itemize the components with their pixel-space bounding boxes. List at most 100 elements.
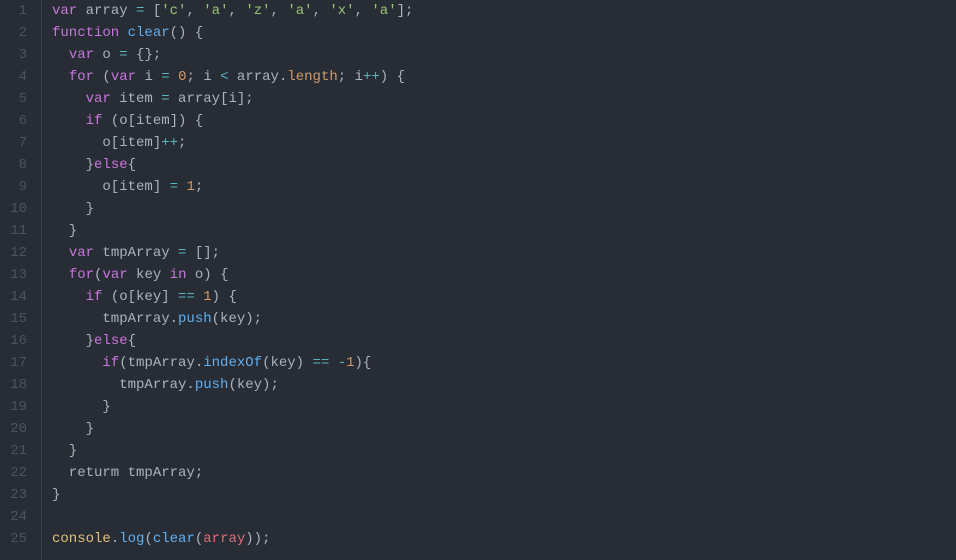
code-line[interactable]: } <box>52 220 956 242</box>
token-ident <box>52 267 69 283</box>
token-punct: . <box>111 531 119 547</box>
line-number: 16 <box>0 330 33 352</box>
code-line[interactable]: console.log(clear(array)); <box>52 528 956 550</box>
token-str: 'a' <box>287 3 312 19</box>
token-op: ++ <box>161 135 178 151</box>
token-ident: array[i]; <box>170 91 254 107</box>
token-punct: , <box>229 3 246 19</box>
token-ident <box>52 91 86 107</box>
token-ident: i <box>136 69 161 85</box>
token-str: 'c' <box>161 3 186 19</box>
token-punct: ( <box>94 69 111 85</box>
token-ident <box>195 289 203 305</box>
line-number: 13 <box>0 264 33 286</box>
code-line[interactable]: tmpArray.push(key); <box>52 308 956 330</box>
token-kw: function <box>52 25 119 41</box>
code-line[interactable]: var tmpArray = []; <box>52 242 956 264</box>
line-number: 22 <box>0 462 33 484</box>
token-ident <box>329 355 337 371</box>
code-line[interactable]: }else{ <box>52 330 956 352</box>
line-number: 23 <box>0 484 33 506</box>
code-line[interactable]: if (o[item]) { <box>52 110 956 132</box>
token-punct: (tmpArray. <box>119 355 203 371</box>
token-punct: , <box>355 3 372 19</box>
token-param: array <box>203 531 245 547</box>
token-str: 'x' <box>329 3 354 19</box>
code-line[interactable]: returm tmpArray; <box>52 462 956 484</box>
code-line[interactable]: function clear() { <box>52 22 956 44</box>
code-line[interactable]: } <box>52 440 956 462</box>
token-ident: array. <box>229 69 288 85</box>
token-fn: push <box>178 311 212 327</box>
token-op: = <box>170 179 178 195</box>
token-ident: item <box>111 91 161 107</box>
token-op: ++ <box>363 69 380 85</box>
line-number: 17 <box>0 352 33 374</box>
token-op: = <box>119 47 127 63</box>
token-punct: ( <box>144 531 152 547</box>
token-punct: ; <box>178 135 186 151</box>
code-line[interactable]: o[item] = 1; <box>52 176 956 198</box>
code-line[interactable]: o[item]++; <box>52 132 956 154</box>
token-fn: indexOf <box>203 355 262 371</box>
line-number: 7 <box>0 132 33 154</box>
code-line[interactable]: for(var key in o) { <box>52 264 956 286</box>
code-line[interactable]: var o = {}; <box>52 44 956 66</box>
line-number: 9 <box>0 176 33 198</box>
code-line[interactable]: } <box>52 484 956 506</box>
token-punct: ; <box>195 179 203 195</box>
token-kw: if <box>86 113 103 129</box>
token-punct: ){ <box>355 355 372 371</box>
token-kw: if <box>86 289 103 305</box>
token-punct: } <box>52 201 94 217</box>
token-punct: } <box>52 421 94 437</box>
code-line[interactable]: } <box>52 396 956 418</box>
token-kw: var <box>69 47 94 63</box>
line-number: 21 <box>0 440 33 462</box>
token-punct: [ <box>144 3 161 19</box>
line-number: 24 <box>0 506 33 528</box>
token-ident: o <box>94 47 119 63</box>
code-line[interactable]: } <box>52 198 956 220</box>
code-line[interactable]: tmpArray.push(key); <box>52 374 956 396</box>
code-line[interactable]: if(tmpArray.indexOf(key) == -1){ <box>52 352 956 374</box>
token-kw: if <box>102 355 119 371</box>
token-punct: , <box>271 3 288 19</box>
token-punct: (o[key] <box>102 289 178 305</box>
token-punct: (key); <box>228 377 278 393</box>
line-number: 8 <box>0 154 33 176</box>
token-punct: []; <box>186 245 220 261</box>
token-punct: (key) <box>262 355 312 371</box>
token-punct: (o[item]) { <box>102 113 203 129</box>
line-number: 14 <box>0 286 33 308</box>
token-kw: var <box>111 69 136 85</box>
token-fn: push <box>195 377 229 393</box>
token-ident <box>170 69 178 85</box>
code-line[interactable]: } <box>52 418 956 440</box>
token-ident: tmpArray <box>94 245 178 261</box>
line-number: 15 <box>0 308 33 330</box>
code-editor-area[interactable]: var array = ['c', 'a', 'z', 'a', 'x', 'a… <box>42 0 956 560</box>
code-line[interactable]: if (o[key] == 1) { <box>52 286 956 308</box>
token-ident <box>119 25 127 41</box>
token-kw: var <box>102 267 127 283</box>
code-line[interactable]: var item = array[i]; <box>52 88 956 110</box>
token-punct: { <box>128 157 136 173</box>
token-punct: , <box>186 3 203 19</box>
code-line[interactable] <box>52 506 956 528</box>
code-line[interactable]: }else{ <box>52 154 956 176</box>
token-kw: else <box>94 333 128 349</box>
line-number: 20 <box>0 418 33 440</box>
token-ident: o) { <box>186 267 228 283</box>
token-punct: {}; <box>128 47 162 63</box>
line-number: 1 <box>0 0 33 22</box>
token-ident: returm tmpArray; <box>52 465 203 481</box>
token-ident: tmpArray. <box>52 377 195 393</box>
token-ident: array <box>77 3 136 19</box>
token-op: - <box>338 355 346 371</box>
line-number: 18 <box>0 374 33 396</box>
code-line[interactable]: for (var i = 0; i < array.length; i++) { <box>52 66 956 88</box>
token-ident: o[item] <box>52 179 170 195</box>
code-line[interactable]: var array = ['c', 'a', 'z', 'a', 'x', 'a… <box>52 0 956 22</box>
line-number: 2 <box>0 22 33 44</box>
